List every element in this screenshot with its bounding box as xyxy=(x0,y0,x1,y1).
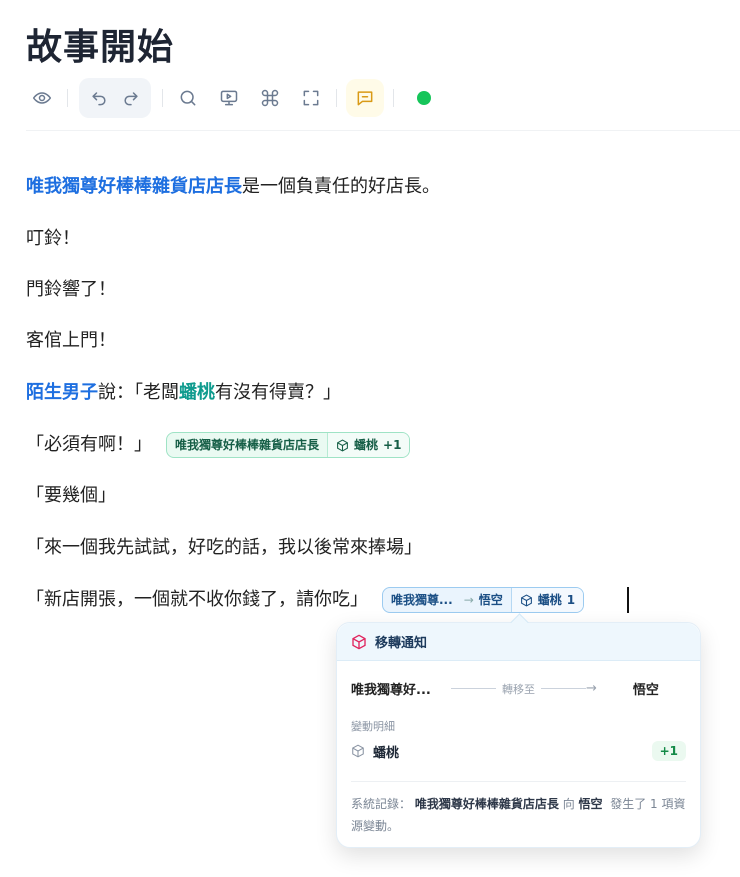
log-to: 悟空 xyxy=(578,797,603,811)
text: 說：「老闆 xyxy=(98,382,179,403)
eye-icon[interactable] xyxy=(26,82,58,114)
text-cursor xyxy=(627,587,629,613)
system-log: 系統記錄： 唯我獨尊好棒棒雜貨店店長 向 悟空 發生了 1 項資源變動。 xyxy=(351,793,686,837)
chip-delta: +1 xyxy=(383,438,402,452)
paragraph[interactable]: 門鈴響了！ xyxy=(26,277,116,303)
detail-row: 蟠桃 +1 xyxy=(351,741,686,761)
transfer-popover: 移轉通知 唯我獨尊好... 轉移至 → 悟空 變動明細 蟠桃 +1 系統記錄： 唯… xyxy=(336,622,701,848)
text: 「必須有啊！」 xyxy=(26,434,152,455)
cube-icon xyxy=(352,744,364,758)
comment-icon[interactable] xyxy=(346,79,384,117)
to-name: 悟空 xyxy=(632,683,659,698)
transfer-chip[interactable]: 唯我獨尊... → 悟空 蟠桃 1 xyxy=(382,587,585,613)
log-prefix: 系統記錄： xyxy=(351,797,412,811)
divider xyxy=(351,781,686,782)
from-name: 唯我獨尊好... xyxy=(351,683,431,698)
fullscreen-icon[interactable] xyxy=(295,82,327,114)
divider xyxy=(67,89,68,107)
popover-title: 移轉通知 xyxy=(375,636,428,651)
log-from: 唯我獨尊好棒棒雜貨店店長 xyxy=(414,797,559,811)
undo-icon[interactable] xyxy=(83,82,115,114)
chip-to: 悟空 xyxy=(478,593,503,607)
paragraph[interactable]: 「要幾個」 xyxy=(26,483,116,509)
presentation-icon[interactable] xyxy=(213,82,245,114)
page-title: 故事開始 xyxy=(26,27,175,68)
paragraph[interactable]: 唯我獨尊好棒棒雜貨店店長 是一個負責任的好店長。 xyxy=(26,174,440,200)
transfer-flow: 唯我獨尊好... 轉移至 → 悟空 xyxy=(351,679,686,698)
paragraph[interactable]: 客倌上門！ xyxy=(26,328,116,354)
chip-qty: 1 xyxy=(566,593,576,607)
via-label: 轉移至 xyxy=(502,682,535,696)
history-group xyxy=(79,78,151,118)
text: 有沒有得賣？」 xyxy=(215,382,341,403)
arrow-right-icon: → xyxy=(586,681,597,696)
cube-icon xyxy=(352,634,366,649)
paragraph[interactable]: 「來一個我先試試，好吃的話，我以後常來捧場」 xyxy=(26,535,422,561)
paragraph[interactable]: 「必須有啊！」 唯我獨尊好棒棒雜貨店店長 蟠桃 +1 xyxy=(26,432,411,458)
search-icon[interactable] xyxy=(172,82,204,114)
popover-header: 移轉通知 xyxy=(337,623,700,661)
divider xyxy=(336,89,337,107)
resource-gain-chip[interactable]: 唯我獨尊好棒棒雜貨店店長 蟠桃 +1 xyxy=(166,432,411,458)
flow-line xyxy=(451,688,496,689)
chip-item: 蟠桃 xyxy=(354,438,379,452)
paragraph[interactable]: 陌生男子 說：「老闆 蟠桃 有沒有得賣？」 xyxy=(26,380,341,406)
divider xyxy=(162,89,163,107)
redo-icon[interactable] xyxy=(115,82,147,114)
toolbar-divider xyxy=(26,130,740,131)
chip-from: 唯我獨尊... xyxy=(391,593,453,607)
text: 是一個負責任的好店長。 xyxy=(242,176,440,197)
paragraph[interactable]: 叮鈴！ xyxy=(26,226,80,252)
detail-label: 變動明細 xyxy=(351,720,395,733)
divider xyxy=(393,89,394,107)
chip-owner: 唯我獨尊好棒棒雜貨店店長 xyxy=(175,438,320,452)
entity-mention[interactable]: 唯我獨尊好棒棒雜貨店店長 xyxy=(26,174,242,200)
item-name: 蟠桃 xyxy=(373,745,400,761)
chip-item: 蟠桃 xyxy=(537,593,562,607)
flow-line xyxy=(541,688,586,689)
cube-icon xyxy=(520,593,532,607)
paragraph[interactable]: 「新店開張，一個就不收你錢了，請你吃」 唯我獨尊... → 悟空 蟠桃 1 xyxy=(26,587,585,613)
entity-mention[interactable]: 陌生男子 xyxy=(26,380,98,406)
item-mention[interactable]: 蟠桃 xyxy=(179,380,215,406)
cube-icon xyxy=(337,438,348,452)
command-icon[interactable] xyxy=(254,82,286,114)
status-dot xyxy=(417,91,431,105)
text: 「新店開張，一個就不收你錢了，請你吃」 xyxy=(26,589,368,610)
log-mid: 向 xyxy=(562,797,575,811)
arrow-icon: → xyxy=(463,593,474,607)
toolbar xyxy=(26,78,431,118)
delta-badge: +1 xyxy=(651,741,686,761)
